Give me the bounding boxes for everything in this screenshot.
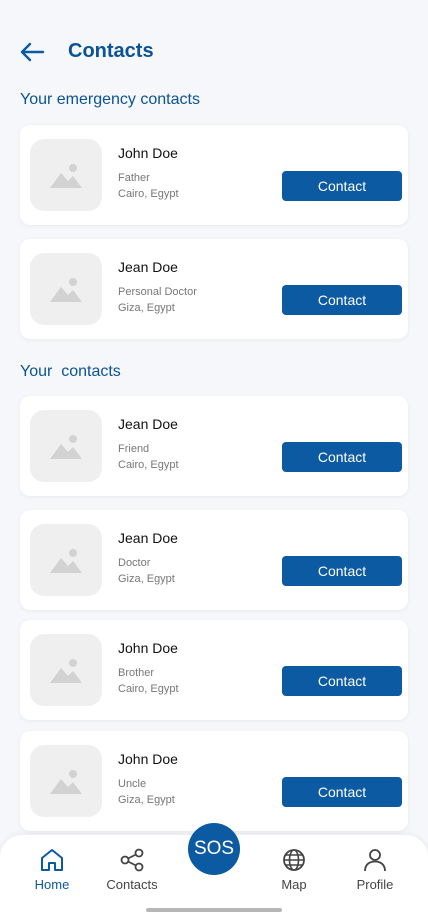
contact-relation: Personal Doctor: [118, 286, 197, 298]
globe-icon: [281, 847, 307, 873]
contact-location: Giza, Egypt: [118, 302, 175, 314]
home-indicator: [146, 908, 282, 912]
nav-map[interactable]: Map: [259, 835, 329, 905]
contact-button[interactable]: Contact: [282, 171, 402, 201]
contact-card: Jean Doe Personal Doctor Giza, Egypt Con…: [20, 239, 408, 339]
share-icon: [119, 847, 145, 873]
nav-home-label: Home: [34, 877, 70, 892]
contact-location: Giza, Egypt: [118, 794, 175, 806]
contact-button[interactable]: Contact: [282, 285, 402, 315]
contacts-section-title: Your contacts: [20, 363, 121, 380]
contact-button[interactable]: Contact: [282, 442, 402, 472]
contact-location: Giza, Egypt: [118, 573, 175, 585]
emergency-section-title: Your emergency contacts: [20, 91, 200, 108]
contact-card: Jean Doe Friend Cairo, Egypt Contact: [20, 396, 408, 496]
nav-home[interactable]: Home: [17, 835, 87, 905]
contact-name: Jean Doe: [118, 259, 178, 275]
nav-profile[interactable]: Profile: [340, 835, 410, 905]
contact-name: John Doe: [118, 640, 178, 656]
avatar: [30, 524, 102, 596]
contact-location: Cairo, Egypt: [118, 683, 179, 695]
contact-relation: Uncle: [118, 778, 147, 790]
nav-profile-label: Profile: [356, 877, 394, 892]
contact-card: John Doe Brother Cairo, Egypt Contact: [20, 620, 408, 720]
contact-name: John Doe: [118, 145, 178, 161]
contact-relation: Father: [118, 172, 150, 184]
image-placeholder-icon: [50, 770, 82, 794]
contact-relation: Brother: [118, 667, 155, 679]
contact-card: John Doe Father Cairo, Egypt Contact: [20, 125, 408, 225]
avatar: [30, 410, 102, 482]
image-placeholder-icon: [50, 278, 82, 302]
image-placeholder-icon: [50, 435, 82, 459]
avatar: [30, 253, 102, 325]
contact-name: Jean Doe: [118, 530, 178, 546]
sos-button[interactable]: SOS: [188, 823, 240, 875]
contact-relation: Friend: [118, 443, 150, 455]
user-icon: [362, 847, 388, 873]
contact-card: Jean Doe Doctor Giza, Egypt Contact: [20, 510, 408, 610]
contact-card: John Doe Uncle Giza, Egypt Contact: [20, 731, 408, 831]
image-placeholder-icon: [50, 659, 82, 683]
contact-button[interactable]: Contact: [282, 666, 402, 696]
contact-location: Cairo, Egypt: [118, 459, 179, 471]
nav-map-label: Map: [281, 877, 307, 892]
arrow-left-icon: [20, 42, 45, 62]
image-placeholder-icon: [50, 164, 82, 188]
contact-relation: Doctor: [118, 557, 151, 569]
page-title: Contacts: [68, 40, 154, 62]
nav-contacts[interactable]: Contacts: [97, 835, 167, 905]
nav-contacts-label: Contacts: [106, 877, 158, 892]
back-button[interactable]: [18, 40, 46, 64]
avatar: [30, 634, 102, 706]
app-header: Contacts: [0, 28, 428, 76]
avatar: [30, 139, 102, 211]
contact-button[interactable]: Contact: [282, 777, 402, 807]
avatar: [30, 745, 102, 817]
contact-name: John Doe: [118, 751, 178, 767]
contact-button[interactable]: Contact: [282, 556, 402, 586]
contact-name: Jean Doe: [118, 416, 178, 432]
contact-location: Cairo, Egypt: [118, 188, 179, 200]
home-icon: [39, 847, 65, 873]
image-placeholder-icon: [50, 549, 82, 573]
